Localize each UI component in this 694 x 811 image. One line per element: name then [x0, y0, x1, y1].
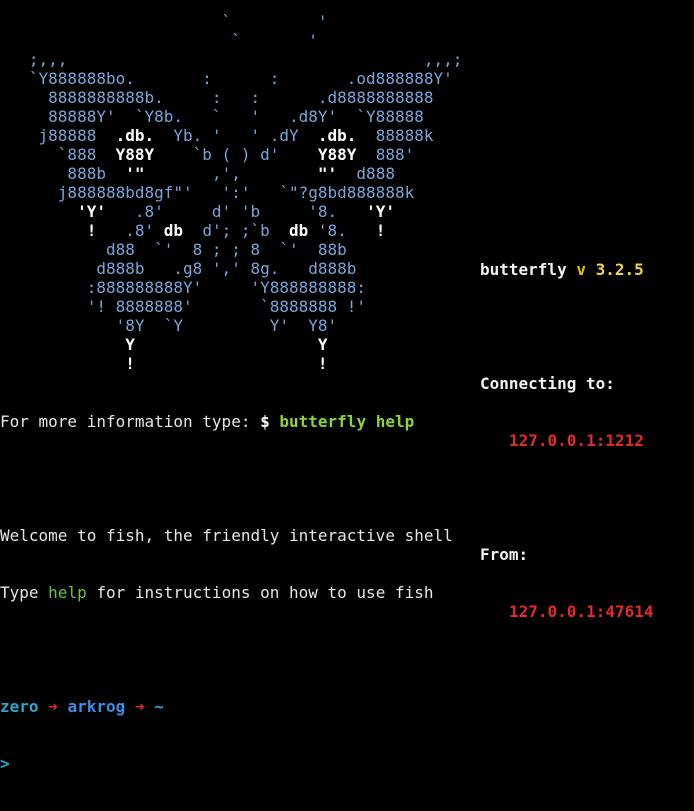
ascii-art-segment: db: [289, 221, 309, 240]
ascii-art-segment: Y: [317, 335, 328, 354]
shell-prompt: zero ➜ arkrog ➜ ~: [0, 697, 453, 716]
ascii-art-segment: [0, 221, 87, 240]
ascii-art-line: j88888 .db. Yb. ' ' .dY .db. 88888k: [0, 126, 434, 145]
ascii-art-line: :888888888Y' 'Y888888888:: [0, 278, 366, 297]
ascii-art-segment: .db.: [317, 126, 357, 145]
ascii-art-segment: j888888bd8gf"' ':' `"?g8bd888888k: [0, 183, 415, 202]
prompt-user: zero: [0, 697, 39, 716]
connecting-label: Connecting to:: [480, 374, 615, 393]
ascii-art-segment: d'; ;`b: [183, 221, 290, 240]
ascii-art-segment: !: [317, 354, 328, 373]
ascii-art-segment: :888888888Y' 'Y888888888:: [0, 278, 367, 297]
ascii-art-segment: d88 `' 8 ; ; 8 `' 88b: [0, 240, 347, 259]
ascii-art-segment: d888b .g8 ',' 8g. d888b: [0, 259, 357, 278]
ascii-art-line: d88 `' 8 ; ; 8 `' 88b: [0, 240, 347, 259]
terminal-output: For more information type: $ butterfly h…: [0, 374, 453, 811]
instructions-line: Type help for instructions on how to use…: [0, 583, 453, 602]
ascii-art-segment: '! 8888888' `8888888 !': [0, 297, 367, 316]
ascii-art-segment: 88888Y' `Y8b. ` ' .d8Y' `Y88888: [0, 107, 424, 126]
ascii-art-segment: ;,,, ,,,;: [0, 50, 463, 69]
more-info-line: For more information type: $ butterfly h…: [0, 412, 453, 431]
command-input-line[interactable]: >: [0, 754, 453, 773]
ascii-art-segment: [0, 335, 125, 354]
ascii-art-segment: `888: [0, 145, 116, 164]
ascii-art-line: 88888Y' `Y8b. ` ' .d8Y' `Y88888: [0, 107, 424, 126]
ascii-art-segment: d888: [337, 164, 395, 183]
terminal-window[interactable]: ` ' ` ' ;,,, ,,,; `Y888888bo. : : .od888…: [0, 0, 694, 773]
prompt-host: arkrog: [67, 697, 126, 716]
app-version-line: butterfly v 3.2.5: [480, 260, 654, 279]
ascii-art-segment: ` ': [0, 12, 328, 31]
ascii-art-segment: Y88Y: [115, 145, 155, 164]
help-command: butterfly help: [279, 412, 415, 431]
ascii-art-segment: 88888k: [356, 126, 434, 145]
ascii-art-segment: '": [125, 164, 145, 183]
dollar-sign: $: [260, 412, 270, 431]
more-info-text: For more information type:: [0, 412, 261, 431]
welcome-line: Welcome to fish, the friendly interactiv…: [0, 526, 453, 545]
ascii-art-line: `888 Y88Y `b ( ) d' Y88Y 888': [0, 145, 414, 164]
ascii-art-line: j888888bd8gf"' ':' `"?g8bd888888k: [0, 183, 414, 202]
ascii-art-segment: "': [317, 164, 338, 183]
ascii-art-segment: [0, 354, 125, 373]
ascii-art-line: 'Y' .8' d' 'b '8. 'Y': [0, 202, 395, 221]
help-keyword: help: [48, 583, 87, 602]
type-prefix: Type: [0, 583, 49, 602]
ascii-art-segment: ,',: [144, 164, 318, 183]
ascii-art-segment: 'Y': [366, 202, 395, 221]
version-prefix: v: [576, 260, 586, 279]
ascii-art-segment: Y: [125, 335, 135, 354]
ascii-art-segment: '8.: [308, 221, 376, 240]
connection-info-panel: butterfly v 3.2.5 Connecting to: 127.0.0…: [480, 222, 654, 659]
ascii-art-segment: !: [86, 221, 97, 240]
ascii-art-segment: [0, 202, 77, 221]
prompt-arrow-icon: ➜: [48, 697, 58, 716]
ascii-art-line: '8Y `Y Y' Y8': [0, 316, 338, 335]
ascii-art-line: 888b '" ,', "' d888: [0, 164, 395, 183]
ascii-art-segment: Y88Y: [317, 145, 357, 164]
butterfly-ascii-logo: ` ' ` ' ;,,, ,,,; `Y888888bo. : : .od888…: [0, 12, 462, 373]
app-version: 3.2.5: [595, 260, 644, 279]
ascii-art-line: '! 8888888' `8888888 !': [0, 297, 366, 316]
from-label: From:: [480, 545, 529, 564]
ascii-art-segment: .8': [96, 221, 164, 240]
ascii-art-segment: [135, 354, 318, 373]
ascii-art-line: ;,,, ,,,;: [0, 50, 462, 69]
ascii-art-segment: j88888: [0, 126, 116, 145]
ascii-art-segment: db: [163, 221, 184, 240]
ascii-art-segment: `Y888888bo. : : .od888888Y': [0, 69, 453, 88]
ascii-art-segment: '8Y `Y Y' Y8': [0, 316, 338, 335]
ascii-art-segment: !: [375, 221, 386, 240]
ascii-art-line: Y Y: [0, 335, 328, 354]
ascii-art-line: d888b .g8 ',' 8g. d888b: [0, 259, 356, 278]
ascii-art-segment: 8888888888b. : : .d8888888888: [0, 88, 434, 107]
from-address: 127.0.0.1:47614: [509, 602, 654, 621]
ascii-art-line: ! !: [0, 354, 328, 373]
type-suffix: for instructions on how to use fish: [86, 583, 434, 602]
prompt-arrow-icon: ➜: [134, 697, 145, 716]
ascii-art-segment: ` ': [0, 31, 318, 50]
ascii-art-line: ` ': [0, 31, 318, 50]
ascii-art-segment: 'Y': [77, 202, 106, 221]
ascii-art-line: ` ': [0, 12, 328, 31]
ascii-art-segment: .db.: [115, 126, 155, 145]
prompt-directory: ~: [154, 697, 164, 716]
ascii-art-segment: 888b: [0, 164, 126, 183]
ascii-art-segment: !: [125, 354, 135, 373]
ascii-art-segment: Yb. ' ' .dY: [154, 126, 318, 145]
ascii-art-line: 8888888888b. : : .d8888888888: [0, 88, 433, 107]
connecting-address: 127.0.0.1:1212: [509, 431, 644, 450]
app-name: butterfly: [480, 260, 567, 279]
ascii-art-segment: [135, 335, 318, 354]
ascii-art-segment: .8' d' 'b '8.: [105, 202, 367, 221]
input-caret-icon: >: [0, 754, 10, 773]
ascii-art-line: `Y888888bo. : : .od888888Y': [0, 69, 453, 88]
ascii-art-segment: `b ( ) d': [154, 145, 318, 164]
ascii-art-line: ! .8' db d'; ;`b db '8. !: [0, 221, 386, 240]
ascii-art-segment: 888': [356, 145, 415, 164]
